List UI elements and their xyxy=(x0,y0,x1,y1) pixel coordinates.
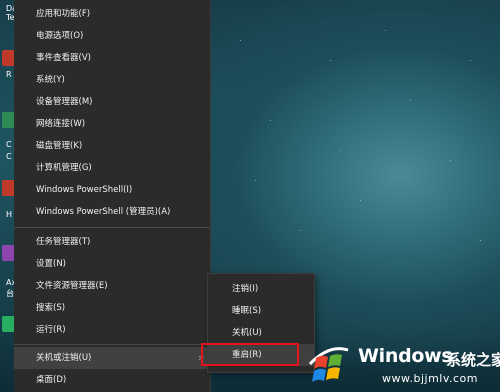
watermark-subtitle: 系统之家 xyxy=(446,351,500,369)
menu-item-task-manager[interactable]: 任务管理器(T) xyxy=(14,231,210,253)
logo-blue-flag xyxy=(312,368,326,382)
desktop-icon-label: 台 xyxy=(6,289,14,298)
menu-item-settings[interactable]: 设置(N) xyxy=(14,253,210,275)
menu-item-shutdown-signout[interactable]: 关机或注销(U) > xyxy=(14,347,210,369)
desktop-icon-label: C xyxy=(6,152,12,161)
submenu-item-sleep[interactable]: 睡眠(S) xyxy=(208,300,314,322)
logo-yellow-flag xyxy=(326,367,340,380)
menu-item-search[interactable]: 搜索(S) xyxy=(14,297,210,319)
menu-item-desktop[interactable]: 桌面(D) xyxy=(14,369,210,391)
winx-context-menu: 应用和功能(F) 电源选项(O) 事件查看器(V) 系统(Y) 设备管理器(M)… xyxy=(14,0,211,392)
menu-item-network-connections[interactable]: 网络连接(W) xyxy=(14,113,210,135)
desktop-icon-label: R xyxy=(6,70,12,79)
highlight-annotation-box xyxy=(201,343,299,366)
submenu-item-sign-out[interactable]: 注销(I) xyxy=(208,278,314,300)
menu-item-event-viewer[interactable]: 事件查看器(V) xyxy=(14,47,210,69)
menu-separator xyxy=(14,344,210,345)
menu-item-powershell[interactable]: Windows PowerShell(I) xyxy=(14,179,210,201)
menu-item-computer-management[interactable]: 计算机管理(G) xyxy=(14,157,210,179)
watermark-title: Windows xyxy=(358,345,453,367)
desktop-icon-label: H xyxy=(6,210,13,219)
menu-item-apps-features[interactable]: 应用和功能(F) xyxy=(14,3,210,25)
watermark: Windows 系统之家 www.bjjmlv.com xyxy=(300,336,500,392)
menu-item-run[interactable]: 运行(R) xyxy=(14,319,210,341)
watermark-url: www.bjjmlv.com xyxy=(382,372,478,385)
windows-logo-icon xyxy=(308,347,349,382)
submenu-item-shut-down[interactable]: 关机(U) xyxy=(208,322,314,344)
menu-item-label: 关机或注销(U) xyxy=(36,353,92,363)
menu-item-device-manager[interactable]: 设备管理器(M) xyxy=(14,91,210,113)
menu-item-disk-management[interactable]: 磁盘管理(K) xyxy=(14,135,210,157)
desktop-icon-label: C xyxy=(6,140,12,149)
menu-item-system[interactable]: 系统(Y) xyxy=(14,69,210,91)
menu-item-powershell-admin[interactable]: Windows PowerShell (管理员)(A) xyxy=(14,201,210,223)
logo-green-flag xyxy=(328,354,342,367)
menu-item-file-explorer[interactable]: 文件资源管理器(E) xyxy=(14,275,210,297)
menu-item-power-options[interactable]: 电源选项(O) xyxy=(14,25,210,47)
menu-separator xyxy=(14,227,210,228)
